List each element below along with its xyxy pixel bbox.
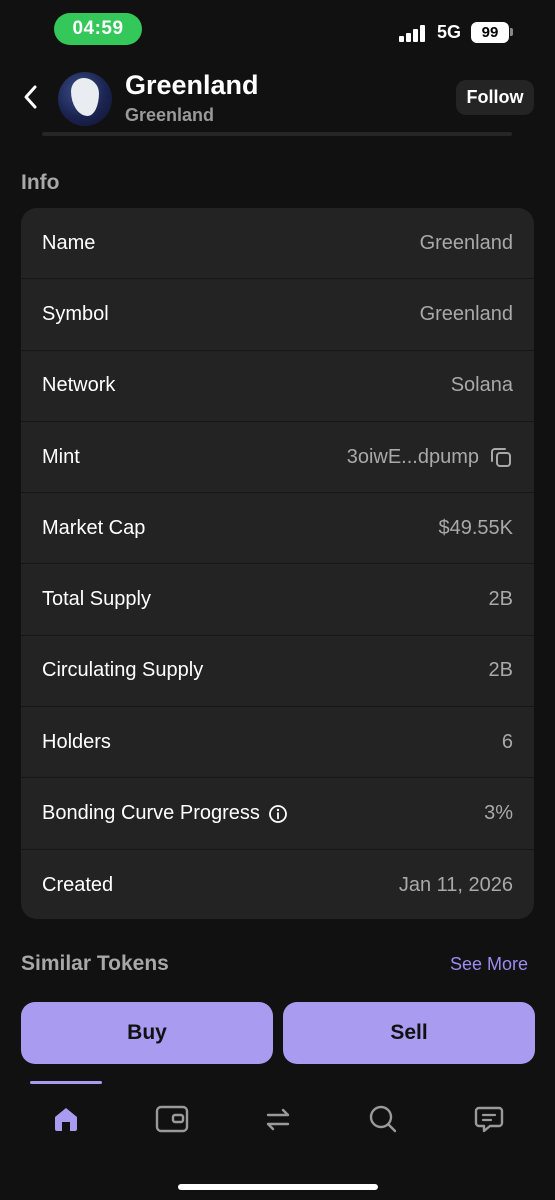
header: Greenland Greenland Follow [0, 60, 555, 140]
active-tab-indicator [30, 1081, 102, 1084]
info-row-bonding-curve: Bonding Curve Progress 3% [21, 778, 534, 850]
header-divider [42, 132, 512, 136]
info-value: Greenland [419, 231, 513, 254]
info-value: Jan 11, 2026 [398, 873, 513, 896]
info-row-network: Network Solana [21, 351, 534, 422]
info-value: 2B [488, 659, 513, 682]
info-value: 3oiwE...dpump [346, 445, 479, 468]
chevron-left-icon [24, 85, 37, 109]
search-icon [369, 1105, 397, 1133]
copy-icon[interactable] [489, 445, 513, 469]
wallet-icon [155, 1105, 189, 1133]
info-row-market-cap: Market Cap $49.55K [21, 493, 534, 565]
nav-home[interactable] [48, 1101, 84, 1137]
buy-button[interactable]: Buy [21, 1002, 273, 1064]
info-value: Solana [450, 374, 513, 397]
status-bar: 04:59 5G 99 [0, 0, 555, 60]
swap-icon [266, 1108, 290, 1131]
home-indicator [178, 1184, 378, 1190]
token-avatar [58, 72, 112, 126]
info-row-total-supply: Total Supply 2B [21, 564, 534, 636]
info-value: 3% [484, 802, 513, 825]
follow-button[interactable]: Follow [456, 80, 534, 115]
page-subtitle: Greenland [125, 105, 215, 125]
back-button[interactable] [18, 82, 44, 112]
info-value: 2B [488, 588, 513, 611]
greenland-map-icon [71, 78, 99, 116]
info-label: Created [42, 873, 114, 896]
mint-copy-group[interactable]: 3oiwE...dpump [347, 445, 513, 469]
info-label: Circulating Supply [42, 659, 204, 682]
info-label: Mint [42, 445, 80, 468]
sell-button[interactable]: Sell [283, 1002, 535, 1064]
page-title: Greenland [125, 70, 259, 100]
info-title: Info [21, 171, 60, 194]
info-value: Greenland [419, 302, 513, 325]
info-label: Market Cap [42, 516, 146, 539]
info-label: Network [42, 374, 116, 397]
info-label: Name [42, 231, 96, 254]
info-row-symbol: Symbol Greenland [21, 279, 534, 351]
info-value: 6 [501, 730, 513, 753]
nav-swap[interactable] [260, 1101, 296, 1137]
nav-chat[interactable] [471, 1101, 507, 1137]
info-row-circulating-supply: Circulating Supply 2B [21, 636, 534, 708]
chat-icon [474, 1106, 504, 1133]
see-more-link[interactable]: See More [450, 954, 528, 975]
info-card: Name Greenland Symbol Greenland Network … [21, 208, 534, 919]
info-label: Symbol [42, 302, 109, 325]
info-label: Total Supply [42, 588, 151, 611]
info-circle-icon[interactable] [268, 804, 288, 824]
info-row-mint: Mint 3oiwE...dpump [21, 422, 534, 494]
info-row-name: Name Greenland [21, 208, 534, 280]
network-label: 5G [437, 22, 462, 42]
info-row-created: Created Jan 11, 2026 [21, 850, 534, 919]
nav-search[interactable] [365, 1101, 401, 1137]
home-icon [55, 1108, 77, 1131]
signal-icon [399, 25, 429, 42]
info-label: Bonding Curve Progress [42, 802, 260, 825]
info-row-holders: Holders 6 [21, 707, 534, 779]
similar-tokens-title: Similar Tokens [21, 952, 169, 975]
nav-wallet[interactable] [154, 1101, 190, 1137]
info-label: Holders [42, 730, 111, 753]
battery-tip [510, 28, 513, 36]
info-value: $49.55K [438, 516, 513, 539]
status-time: 04:59 [54, 13, 142, 45]
bonding-label-group: Bonding Curve Progress [42, 802, 288, 825]
battery-icon: 99 [471, 22, 509, 43]
